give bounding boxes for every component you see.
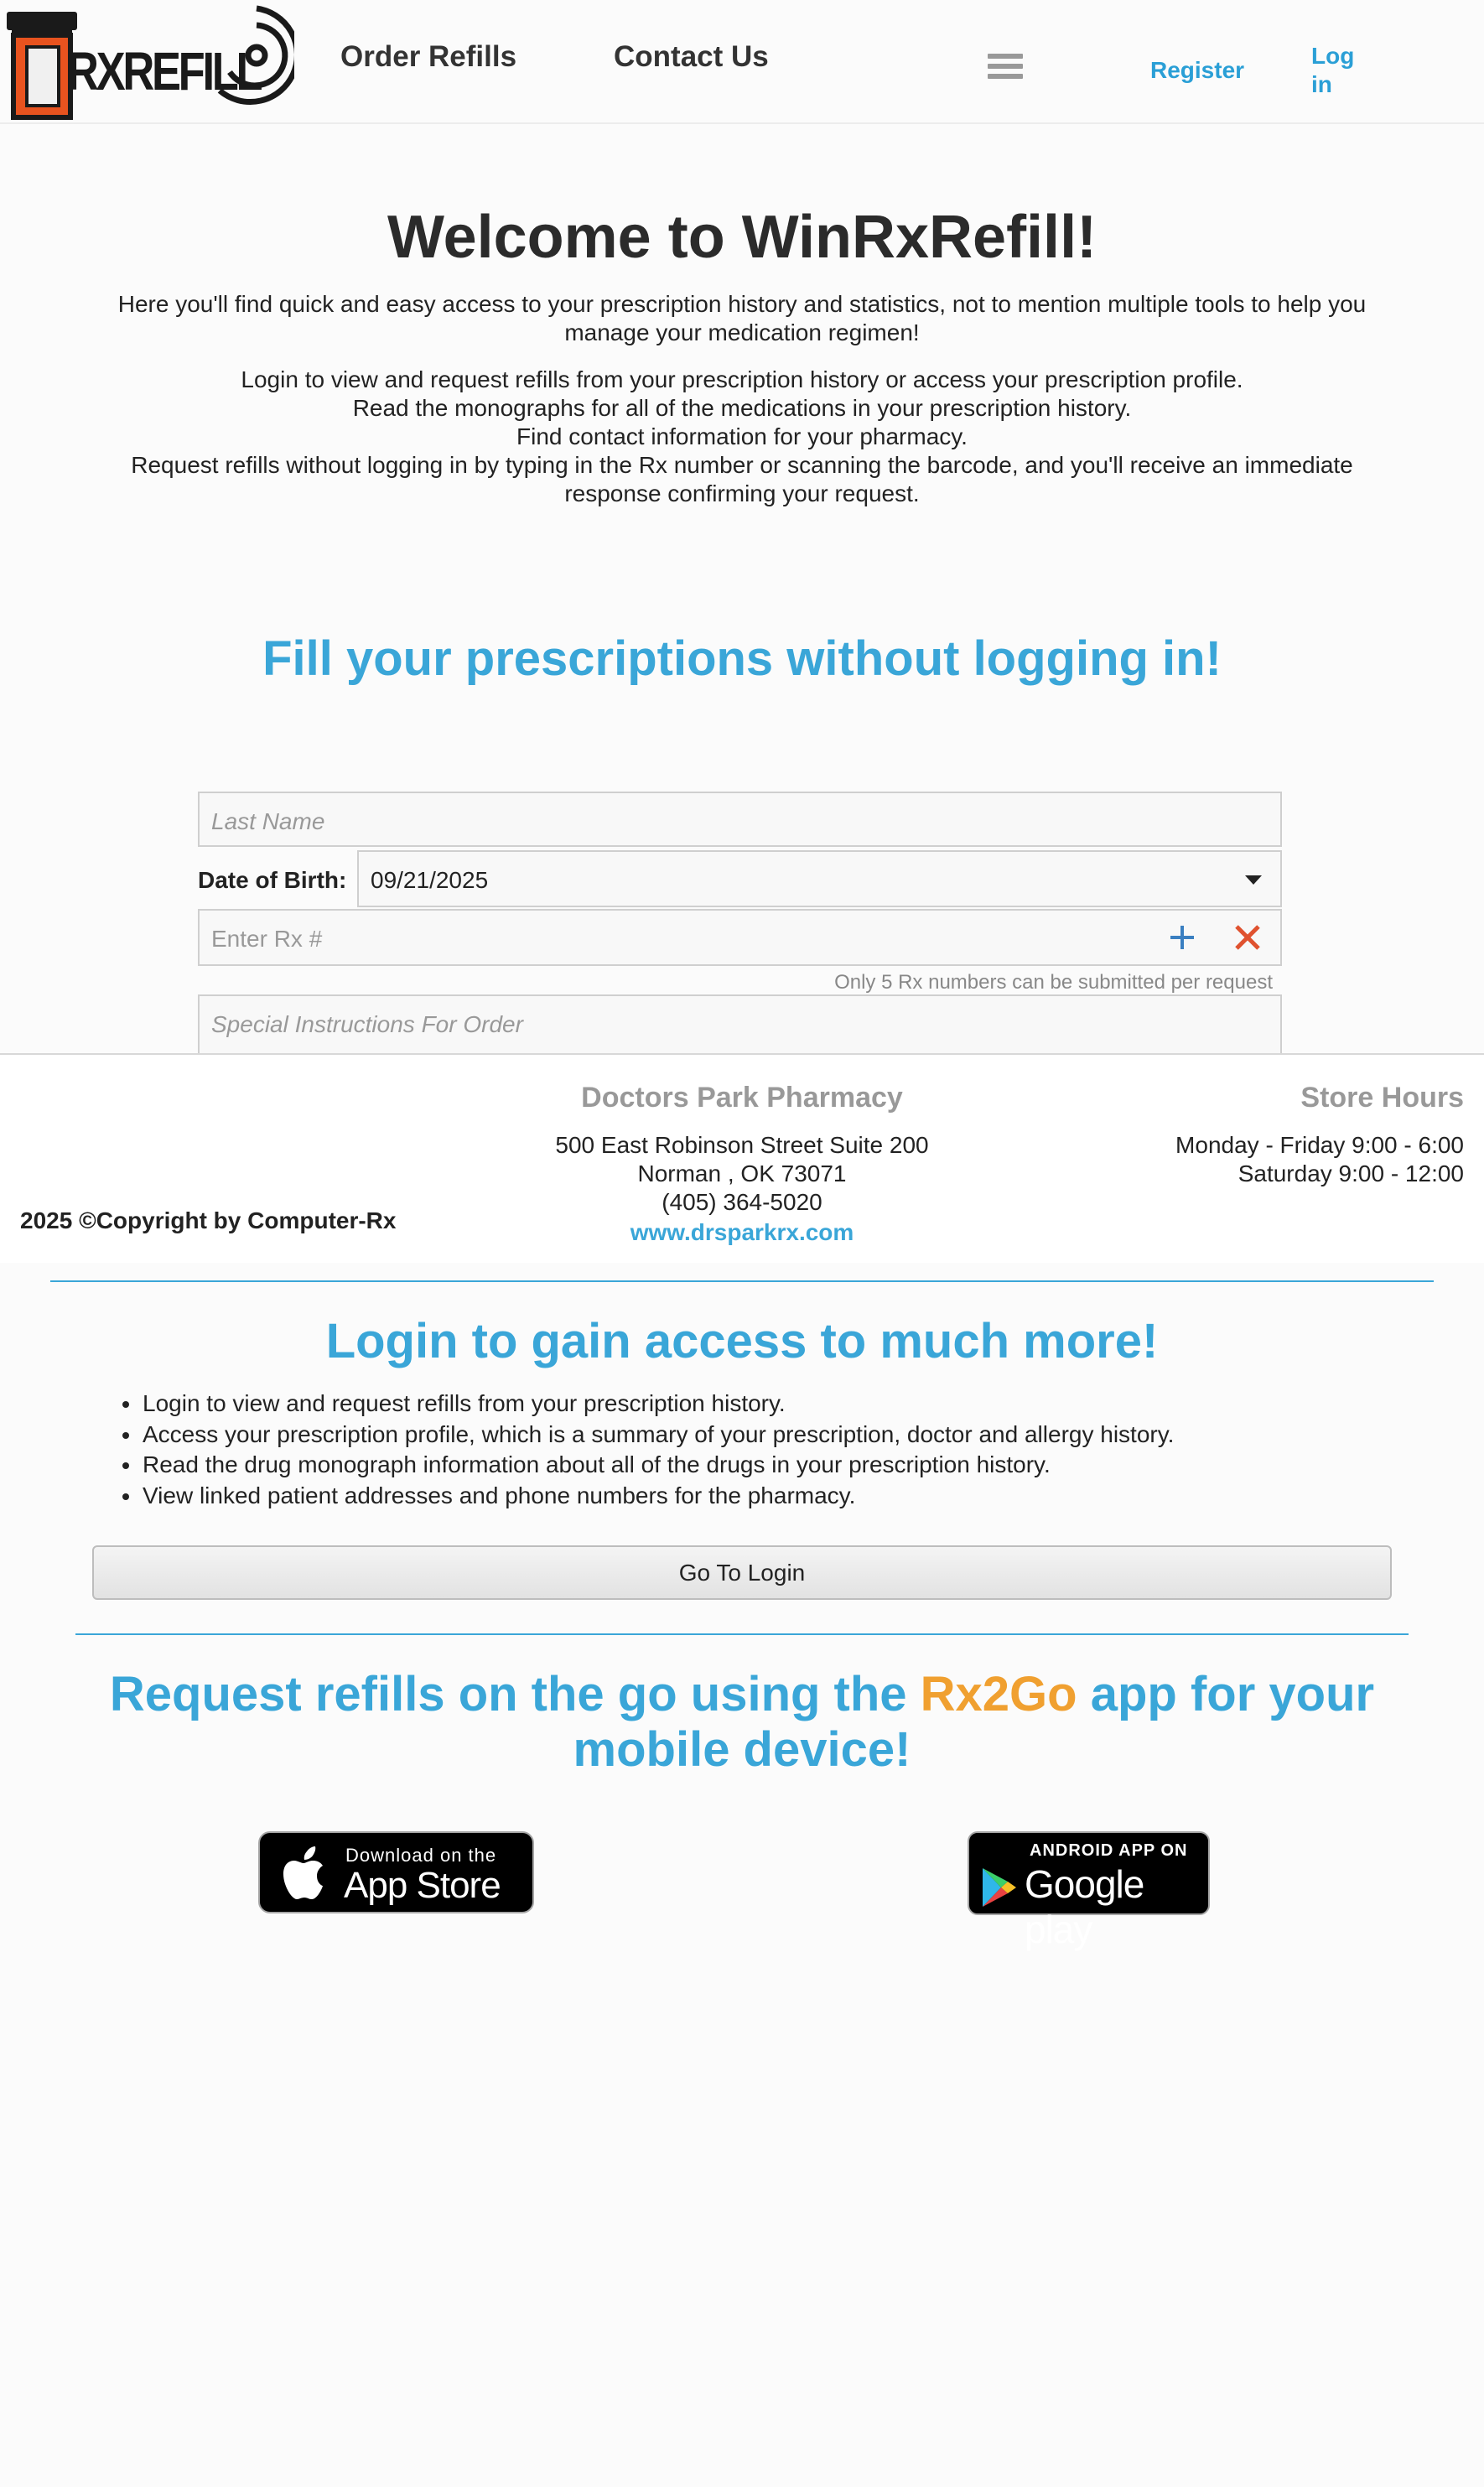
- rx-limit-note: Only 5 Rx numbers can be submitted per r…: [834, 971, 1273, 994]
- rx-number-input[interactable]: Enter Rx #: [198, 909, 1282, 966]
- remove-rx-close-icon[interactable]: [1232, 922, 1263, 953]
- pharmacy-name: Doctors Park Pharmacy: [581, 1082, 903, 1114]
- register-link[interactable]: Register: [1150, 57, 1244, 84]
- googleplay-big-text: Google play: [1025, 1862, 1144, 1951]
- intro-line: Login to view and request refills from y…: [241, 366, 1243, 392]
- login-link[interactable]: Log in: [1311, 42, 1370, 99]
- store-hours-title: Store Hours: [1300, 1082, 1464, 1114]
- app-promo-title: Request refills on the go using the Rx2G…: [50, 1667, 1434, 1778]
- hours-saturday: Saturday 9:00 - 12:00: [1238, 1160, 1464, 1186]
- apple-icon: [283, 1846, 323, 1899]
- logo-text: RXREFILL: [67, 41, 263, 101]
- pharmacy-website-link[interactable]: www.drsparkrx.com: [419, 1219, 1065, 1246]
- hamburger-menu-icon[interactable]: [988, 54, 1023, 84]
- list-item: Access your prescription profile, which …: [122, 1420, 1380, 1451]
- google-play-badge[interactable]: ANDROID APP ON Google play: [968, 1831, 1210, 1951]
- dob-value: 09/21/2025: [371, 867, 489, 893]
- go-to-login-button[interactable]: Go To Login: [92, 1545, 1392, 1600]
- nav-order-refills[interactable]: Order Refills: [340, 40, 516, 74]
- pharmacy-phone[interactable]: (405) 364-5020: [419, 1189, 1065, 1216]
- app-store-badge[interactable]: Download on the App Store: [258, 1831, 534, 1913]
- address-line-2: Norman , OK 73071: [637, 1160, 847, 1186]
- site-header: RXREFILL Order Refills Contact Us Regist…: [0, 0, 1484, 124]
- special-instructions-input[interactable]: Special Instructions For Order: [198, 994, 1282, 1055]
- list-item: View linked patient addresses and phone …: [122, 1481, 1380, 1512]
- add-rx-plus-icon[interactable]: [1167, 922, 1197, 953]
- divider: [75, 1633, 1409, 1635]
- intro-line: Read the monographs for all of the medic…: [352, 395, 1132, 421]
- list-item: Login to view and request refills from y…: [122, 1389, 1380, 1420]
- app-promo-text-before: Request refills on the go using the: [109, 1667, 921, 1721]
- divider: [50, 1280, 1434, 1282]
- dob-label: Date of Birth:: [198, 867, 347, 893]
- pharmacy-footer: Doctors Park Pharmacy 500 East Robinson …: [0, 1053, 1484, 1263]
- appstore-big-text: App Store: [344, 1865, 501, 1906]
- address-line-1: 500 East Robinson Street Suite 200: [555, 1132, 929, 1158]
- welcome-title: Welcome to WinRxRefill!: [387, 204, 1097, 271]
- hours-weekday: Monday - Friday 9:00 - 6:00: [1175, 1132, 1464, 1158]
- caret-down-icon: [1245, 875, 1262, 885]
- rx2go-brand: Rx2Go: [920, 1667, 1077, 1721]
- intro-line: Find contact information for your pharma…: [516, 423, 968, 449]
- intro-line: Request refills without logging in by ty…: [131, 452, 1353, 506]
- login-benefits-list: Login to view and request refills from y…: [122, 1389, 1380, 1511]
- instructions-placeholder: Special Instructions For Order: [211, 1011, 523, 1037]
- last-name-placeholder: Last Name: [211, 808, 325, 834]
- googleplay-small-text: ANDROID APP ON: [1030, 1841, 1188, 1860]
- rx-placeholder: Enter Rx #: [211, 926, 323, 952]
- rxrefill-logo[interactable]: RXREFILL: [5, 3, 300, 121]
- last-name-input[interactable]: Last Name: [198, 792, 1282, 847]
- refill-form-title: Fill your prescriptions without logging …: [262, 631, 1222, 686]
- copyright: 2025 ©Copyright by Computer-Rx: [20, 1207, 397, 1233]
- list-item: Read the drug monograph information abou…: [122, 1450, 1380, 1481]
- appstore-small-text: Download on the: [345, 1845, 497, 1866]
- login-promo-title: Login to gain access to much more!: [325, 1314, 1159, 1368]
- nav-contact-us[interactable]: Contact Us: [614, 40, 769, 74]
- dob-select[interactable]: 09/21/2025: [357, 850, 1282, 907]
- google-play-icon: [983, 1868, 1016, 1907]
- intro-paragraph: Here you'll find quick and easy access t…: [117, 291, 1367, 345]
